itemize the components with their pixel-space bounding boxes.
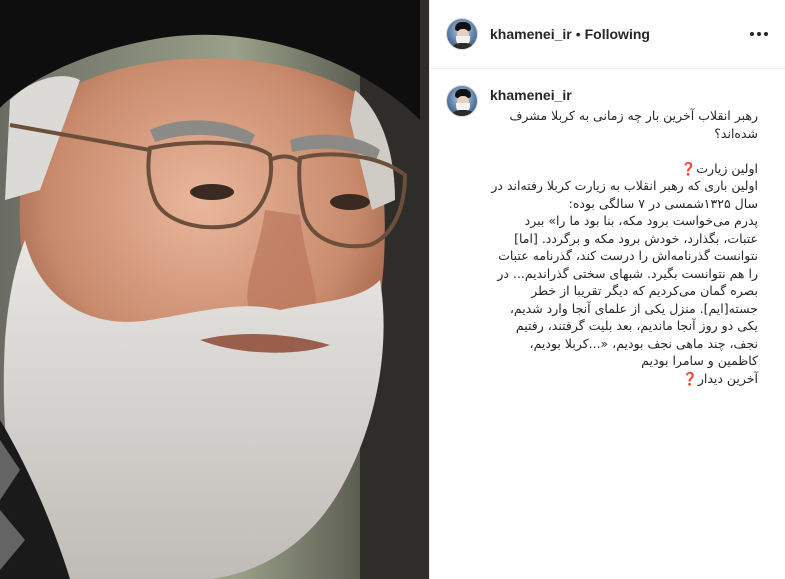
portrait-illustration [0, 0, 429, 579]
caption-line: پدرم می‌خواست برود مکه، بنا بود ما را» ب… [497, 213, 758, 368]
caption-row: khamenei_ir رهبر انقلاب آخرین بار چه زما… [430, 69, 785, 387]
more-options-icon[interactable] [747, 22, 771, 46]
caption-body: khamenei_ir رهبر انقلاب آخرین بار چه زما… [490, 85, 771, 387]
header-username[interactable]: khamenei_ir [490, 26, 572, 42]
post-photo[interactable] [0, 0, 429, 579]
caption-username[interactable]: khamenei_ir [490, 86, 771, 104]
caption-line: رهبر انقلاب آخرین بار چه زمانی به کربلا … [509, 108, 758, 141]
header-separator: • [575, 26, 581, 42]
post-side-panel: khamenei_ir • Following khamenei_ir رهبر… [429, 0, 785, 579]
caption-line: اولین زیارت❓ [680, 160, 758, 176]
caption-avatar[interactable] [446, 85, 478, 117]
caption-text: رهبر انقلاب آخرین بار چه زمانی به کربلا … [490, 107, 758, 387]
header-avatar[interactable] [446, 18, 478, 50]
following-button[interactable]: Following [585, 26, 650, 42]
post-header: khamenei_ir • Following [430, 0, 785, 69]
caption-line: آخرین دیدار❓ [682, 370, 758, 386]
caption-line: اولین باری که رهبر انقلاب به زیارت کربلا… [491, 178, 758, 211]
instagram-post: khamenei_ir • Following khamenei_ir رهبر… [0, 0, 785, 579]
